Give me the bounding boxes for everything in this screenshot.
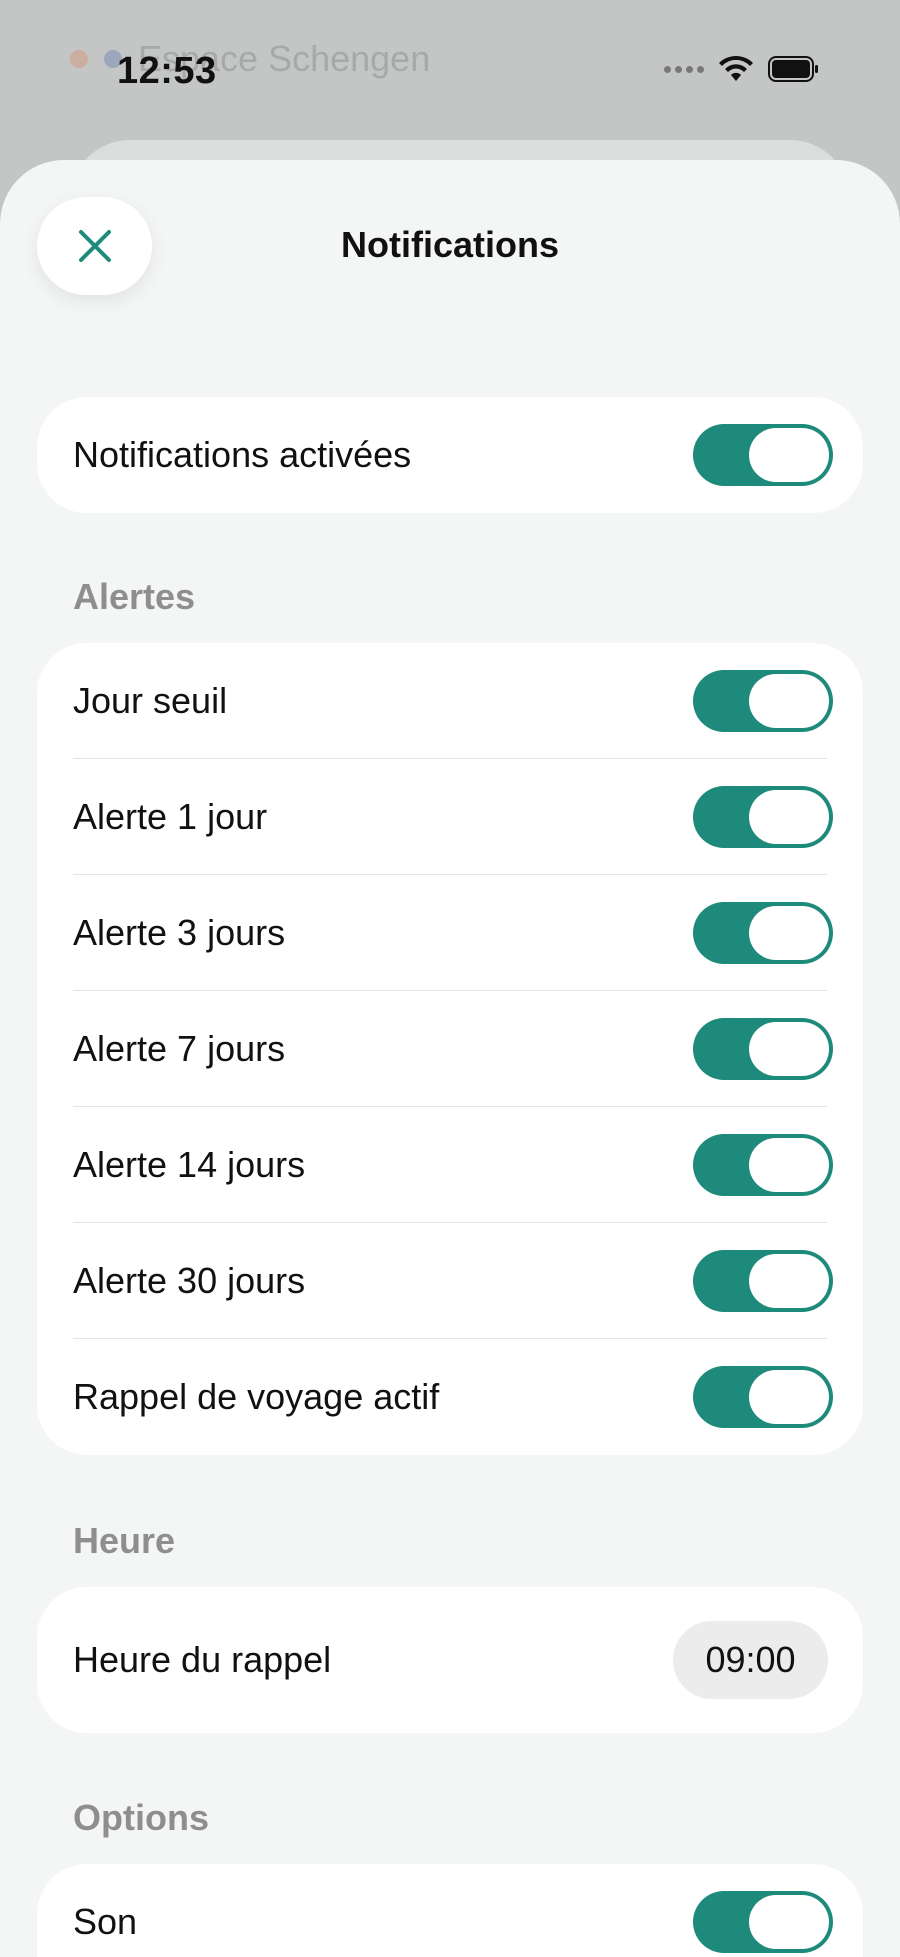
section-header-time: Heure [73,1520,176,1561]
toggle-knob [749,428,829,482]
alert-label: Alerte 14 jours [73,1144,306,1185]
toggle-knob [749,1895,829,1949]
time-card: Heure du rappel 09:00 [37,1587,863,1733]
alert-label: Rappel de voyage actif [73,1376,440,1417]
wifi-icon [719,55,753,81]
alert-label: Alerte 7 jours [73,1028,286,1069]
alert-3-days-toggle[interactable] [693,902,833,964]
sound-label: Son [73,1901,138,1942]
alert-14-days-toggle[interactable] [693,1134,833,1196]
alert-row: Alerte 14 jours [37,1107,863,1223]
alert-threshold-toggle[interactable] [693,670,833,732]
notifications-enabled-label: Notifications activées [73,434,412,475]
alert-row: Rappel de voyage actif [37,1339,863,1455]
status-time: 12:53 [117,50,217,92]
alert-30-days-toggle[interactable] [693,1250,833,1312]
section-header-alerts: Alertes [73,576,196,617]
alert-label: Alerte 1 jour [73,796,268,837]
reminder-time-label: Heure du rappel [73,1639,332,1680]
travel-reminder-toggle[interactable] [693,1366,833,1428]
toggle-knob [749,1138,829,1192]
alert-row: Alerte 1 jour [37,759,863,875]
notifications-enabled-row: Notifications activées [37,397,863,513]
sound-row: Son [37,1864,863,1957]
toggle-knob [749,674,829,728]
toggle-knob [749,1022,829,1076]
toggle-knob [749,1254,829,1308]
alert-label: Alerte 3 jours [73,912,286,953]
section-header-options: Options [73,1797,209,1838]
status-dot-icon [70,50,88,68]
battery-icon [768,56,818,82]
alert-row: Jour seuil [37,643,863,759]
options-card: Son [37,1864,863,1957]
signal-icon [664,65,704,73]
alert-row: Alerte 3 jours [37,875,863,991]
alert-label: Jour seuil [73,680,228,721]
alert-7-days-toggle[interactable] [693,1018,833,1080]
toggle-knob [749,790,829,844]
alert-1-day-toggle[interactable] [693,786,833,848]
page-title: Notifications [340,224,559,265]
alert-row: Alerte 7 jours [37,991,863,1107]
notifications-sheet: Notifications Notifications activées Ale… [0,160,900,1957]
reminder-time-row: Heure du rappel 09:00 [37,1587,863,1733]
toggle-knob [749,1370,829,1424]
alert-row: Alerte 30 jours [37,1223,863,1339]
notifications-enabled-toggle[interactable] [693,424,833,486]
master-toggle-card: Notifications activées [37,397,863,513]
alert-label: Alerte 30 jours [73,1260,306,1301]
sound-toggle[interactable] [693,1891,833,1953]
status-icons [664,55,820,83]
toggle-knob [749,906,829,960]
reminder-time-picker[interactable]: 09:00 [673,1621,828,1699]
alerts-card: Jour seuil Alerte 1 jour Alerte 3 jours … [37,643,863,1455]
